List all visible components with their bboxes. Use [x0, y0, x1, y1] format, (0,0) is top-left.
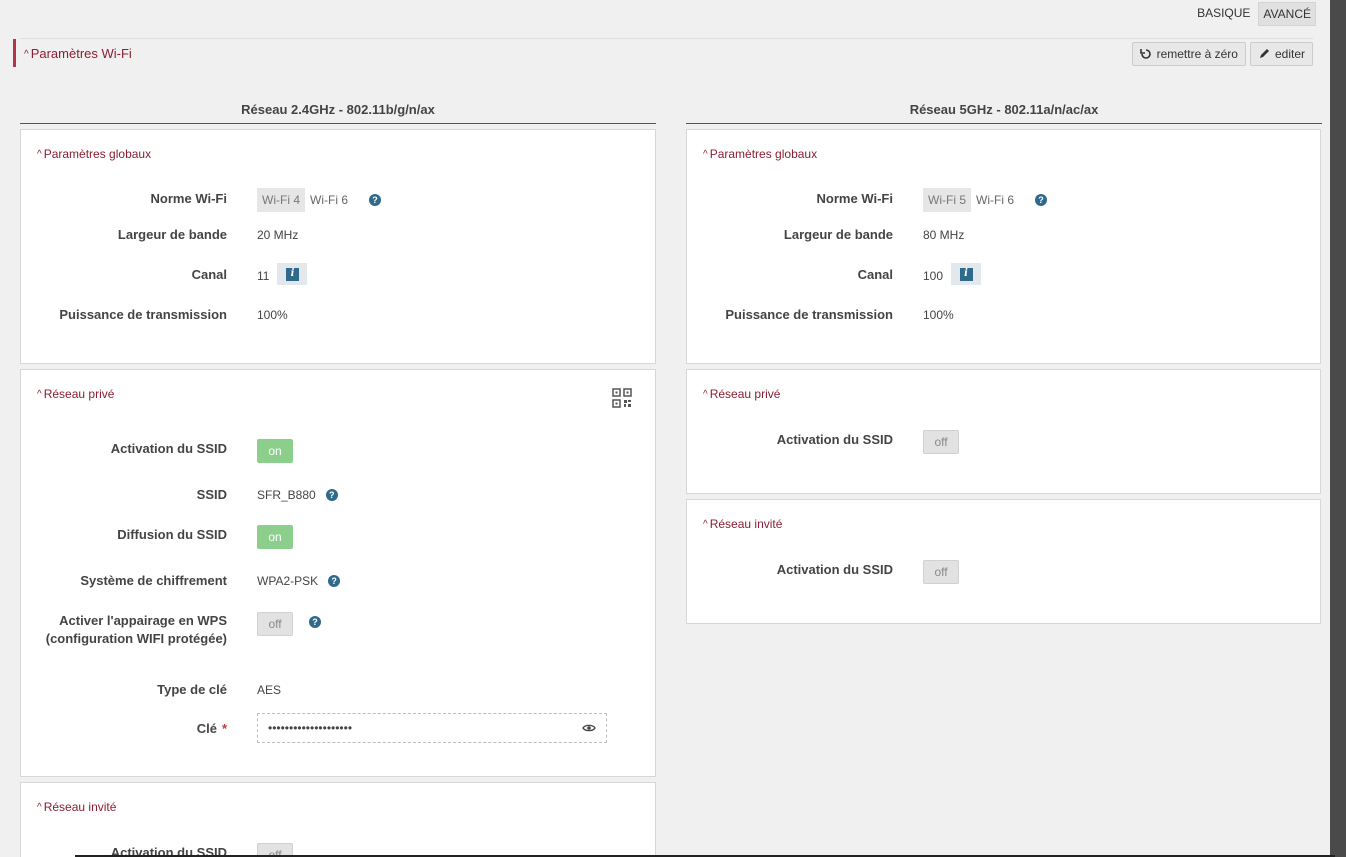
panel-title-label: Réseau invité — [43, 800, 117, 814]
reset-button[interactable]: remettre à zéro — [1131, 42, 1246, 66]
panel-private-5: ^ Réseau privé Activation du SSID off — [686, 369, 1321, 494]
help-icon[interactable]: ? — [1035, 194, 1047, 206]
panel-title-label: Paramètres globaux — [709, 147, 818, 161]
pencil-icon — [1259, 49, 1269, 58]
section-title-label: Paramètres Wi-Fi — [30, 46, 132, 61]
panel-title[interactable]: ^ Réseau invité — [37, 800, 116, 814]
help-icon[interactable]: ? — [325, 489, 338, 501]
caret-up-icon: ^ — [37, 802, 42, 813]
channel-label: Canal — [191, 267, 227, 282]
help-icon[interactable]: ? — [369, 194, 381, 206]
caret-up-icon: ^ — [703, 149, 708, 160]
power-label: Puissance de transmission — [59, 307, 227, 322]
panel-title-label: Réseau privé — [43, 387, 115, 401]
panel-guest-24: ^ Réseau invité Activation du SSID off — [20, 782, 656, 857]
panel-title[interactable]: ^ Paramètres globaux — [703, 147, 817, 161]
caret-up-icon: ^ — [37, 389, 42, 400]
section-title-wifi[interactable]: ^ Paramètres Wi-Fi — [13, 39, 132, 67]
caret-up-icon: ^ — [37, 149, 42, 160]
edit-label: editer — [1274, 47, 1305, 61]
panel-title[interactable]: ^ Paramètres globaux — [37, 147, 151, 161]
help-icon[interactable]: ? — [328, 575, 341, 587]
channel-value: 11 — [257, 268, 270, 283]
info-icon: i — [285, 267, 299, 281]
encryption-label: Système de chiffrement — [80, 573, 227, 588]
key-input[interactable]: •••••••••••••••••••• — [257, 713, 607, 743]
panel-title-label: Réseau privé — [709, 387, 781, 401]
keytype-value: AES — [257, 683, 282, 697]
ssid-activation-toggle[interactable]: on — [257, 439, 293, 463]
reset-icon — [1139, 49, 1151, 59]
channel-label: Canal — [857, 267, 893, 282]
norme-option-wifi6[interactable]: Wi-Fi 6 — [305, 188, 353, 212]
wps-toggle[interactable]: off — [257, 612, 293, 636]
mode-advanced-button[interactable]: AVANCÉ — [1258, 2, 1316, 26]
key-value: •••••••••••••••••••• — [268, 721, 353, 735]
power-value: 100% — [257, 308, 288, 322]
required-marker: * — [221, 721, 227, 736]
panel-global-5: ^ Paramètres globaux Norme Wi-Fi Wi-Fi 5W… — [686, 129, 1321, 364]
ssid-activation-label: Activation du SSID — [776, 432, 893, 447]
wps-label: Activer l'appairage en WPS (configuratio… — [45, 613, 227, 646]
ssid-activation-label: Activation du SSID — [110, 441, 227, 456]
caret-up-icon: ^ — [703, 519, 708, 530]
norme-control: Wi-Fi 4 Wi-Fi 6 ? — [257, 188, 381, 212]
ssid-activation-label: Activation du SSID — [776, 562, 893, 577]
keytype-label: Type de clé — [157, 682, 227, 697]
channel-info-button[interactable]: i — [277, 263, 308, 285]
channel-value: 100 — [923, 268, 944, 283]
ssid-value: SFR_B880 — [257, 488, 316, 502]
key-label-text: Clé — [196, 721, 217, 736]
bandwidth-value: 20 MHz — [257, 228, 299, 242]
reset-label: remettre à zéro — [1156, 47, 1238, 61]
divider — [20, 38, 1313, 39]
column-title-5ghz: Réseau 5GHz - 802.11a/n/ac/ax — [686, 102, 1322, 124]
norme-option-wifi5[interactable]: Wi-Fi 5 — [923, 188, 971, 212]
panel-title[interactable]: ^ Réseau privé — [703, 387, 780, 401]
panel-title-label: Paramètres globaux — [43, 147, 152, 161]
encryption-value: WPA2-PSK — [257, 574, 319, 588]
panel-private-24: ^ Réseau privé Activation du SSID on SSID… — [20, 369, 656, 777]
info-icon: i — [959, 267, 973, 281]
broadcast-toggle[interactable]: on — [257, 525, 293, 549]
qr-code-icon[interactable] — [612, 388, 632, 408]
caret-up-icon: ^ — [24, 49, 29, 60]
norme-option-wifi4[interactable]: Wi-Fi 4 — [257, 188, 305, 212]
bandwidth-value: 80 MHz — [923, 228, 965, 242]
mode-basic-button[interactable]: BASIQUE — [1193, 2, 1254, 26]
power-label: Puissance de transmission — [725, 307, 893, 322]
key-label: Clé * — [197, 720, 227, 738]
panel-guest-5: ^ Réseau invité Activation du SSID off — [686, 499, 1321, 624]
ssid-activation-toggle[interactable]: off — [923, 560, 959, 584]
norme-control: Wi-Fi 5 Wi-Fi 6 ? — [923, 188, 1047, 212]
bandwidth-label: Largeur de bande — [117, 227, 227, 242]
column-title-24ghz: Réseau 2.4GHz - 802.11b/g/n/ax — [20, 102, 656, 124]
norme-label: Norme Wi-Fi — [150, 191, 227, 206]
help-icon[interactable]: ? — [309, 616, 321, 628]
panel-title[interactable]: ^ Réseau privé — [37, 387, 114, 401]
panel-title[interactable]: ^ Réseau invité — [703, 517, 782, 531]
panel-title-label: Réseau invité — [709, 517, 783, 531]
scrollbar[interactable] — [1330, 0, 1346, 857]
section-actions: remettre à zéro editer — [1131, 42, 1313, 66]
broadcast-label: Diffusion du SSID — [117, 527, 227, 542]
norme-option-wifi6[interactable]: Wi-Fi 6 — [971, 188, 1019, 212]
channel-info-button[interactable]: i — [951, 263, 982, 285]
ssid-label: SSID — [196, 487, 227, 502]
eye-icon[interactable] — [582, 723, 596, 733]
edit-button[interactable]: editer — [1249, 42, 1313, 66]
power-value: 100% — [923, 308, 954, 322]
mode-switch: BASIQUE AVANCÉ — [1193, 2, 1316, 26]
panel-global-24: ^ Paramètres globaux Norme Wi-Fi Wi-Fi 4W… — [20, 129, 656, 364]
norme-label: Norme Wi-Fi — [816, 191, 893, 206]
caret-up-icon: ^ — [703, 389, 708, 400]
ssid-activation-toggle[interactable]: off — [923, 430, 959, 454]
bandwidth-label: Largeur de bande — [783, 227, 893, 242]
